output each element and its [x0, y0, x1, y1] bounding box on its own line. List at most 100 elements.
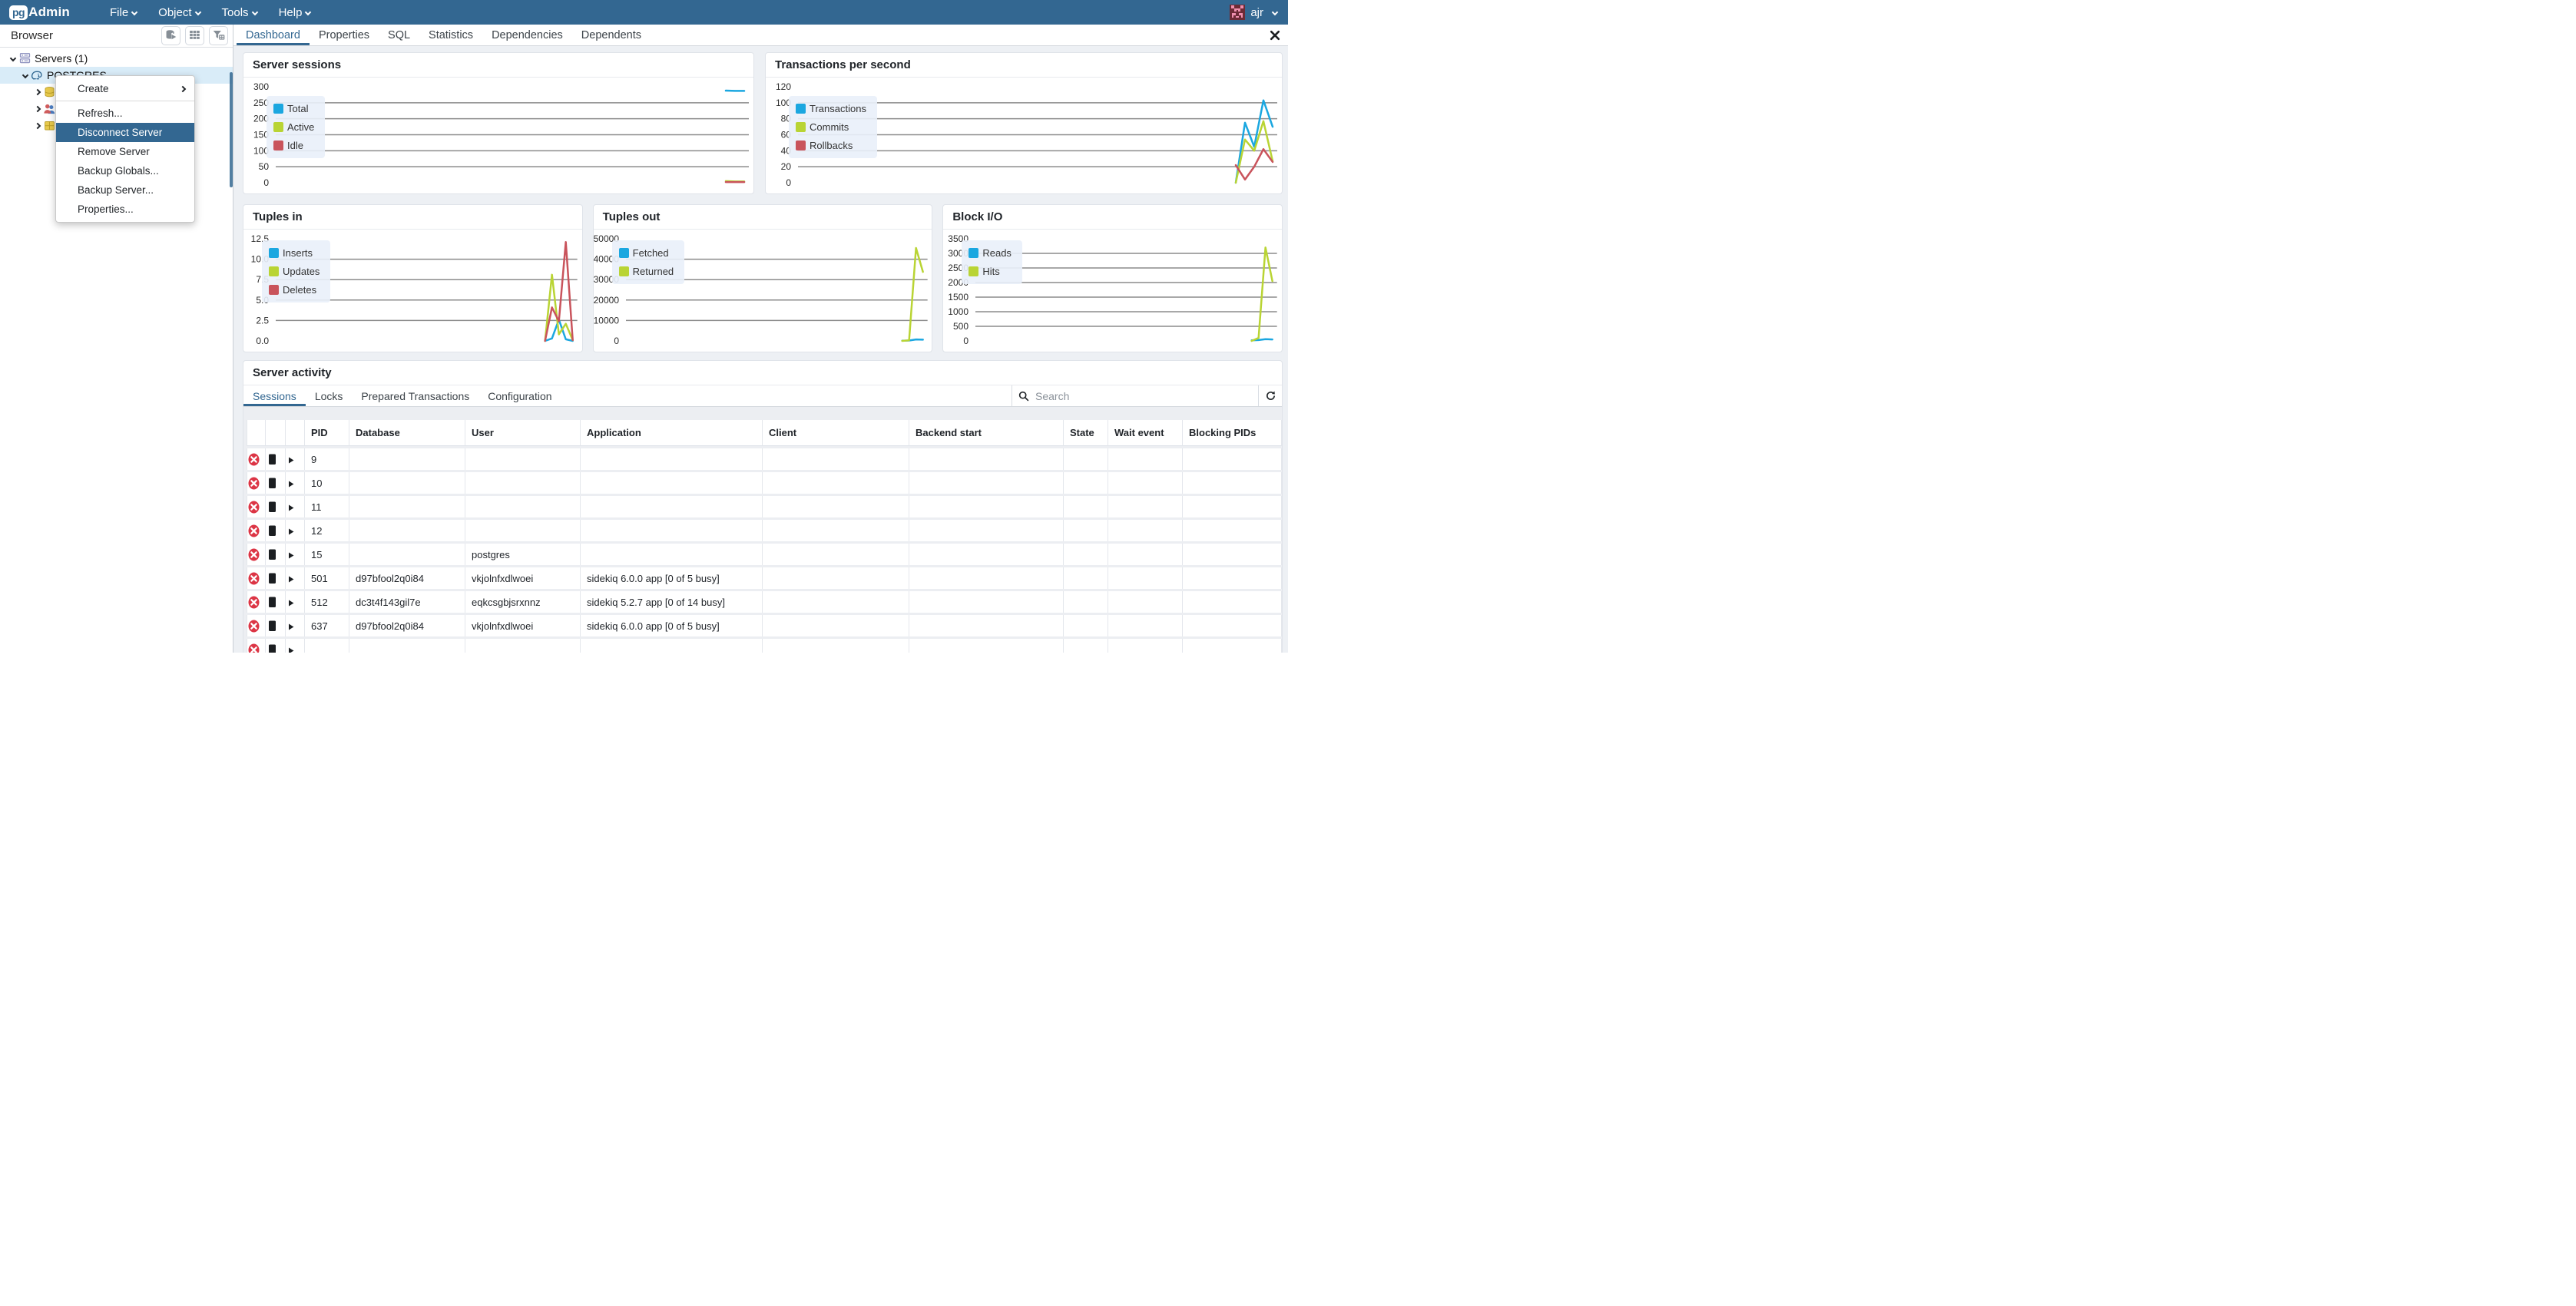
- expand-row-toggle[interactable]: [286, 544, 305, 565]
- stop-icon: [266, 500, 279, 511]
- expand-row-toggle[interactable]: [286, 520, 305, 541]
- main-tabbar: DashboardPropertiesSQLStatisticsDependen…: [233, 25, 1288, 46]
- cancel-query-button[interactable]: [247, 448, 266, 470]
- context-menu-item-properties[interactable]: Properties...: [56, 200, 194, 219]
- tab-prepared-transactions[interactable]: Prepared Transactions: [352, 385, 478, 406]
- cancel-query-button[interactable]: [247, 520, 266, 541]
- user-menu[interactable]: ajr: [1230, 5, 1277, 20]
- expand-icon: [286, 477, 296, 488]
- tree-item-servers-1-[interactable]: Servers (1): [0, 50, 233, 67]
- tab-sql[interactable]: SQL: [379, 25, 419, 45]
- context-menu-item-remove-server[interactable]: Remove Server: [56, 142, 194, 161]
- cell-client: [763, 639, 909, 653]
- expand-row-toggle[interactable]: [286, 639, 305, 653]
- tab-statistics[interactable]: Statistics: [419, 25, 482, 45]
- cell-user: vkjolnfxdlwoei: [465, 567, 581, 589]
- legend-swatch: [273, 104, 283, 114]
- column-header-blocking-pids[interactable]: Blocking PIDs: [1183, 420, 1282, 446]
- context-menu-item-create[interactable]: Create: [56, 79, 194, 98]
- cancel-query-button[interactable]: [247, 591, 266, 613]
- stop-icon: [266, 452, 279, 464]
- table-row: 9: [247, 448, 1282, 470]
- sidebar-scrollbar[interactable]: [230, 72, 233, 187]
- expand-row-toggle[interactable]: [286, 615, 305, 636]
- chevron-right-icon[interactable]: [29, 124, 41, 128]
- menu-tools[interactable]: Tools: [214, 3, 265, 22]
- terminate-session-button[interactable]: [266, 639, 286, 653]
- cell-pid: 15: [305, 544, 349, 565]
- cancel-icon: [247, 452, 260, 464]
- tab-dashboard[interactable]: Dashboard: [237, 25, 310, 45]
- cell-database: d97bfool2q0i84: [349, 615, 465, 636]
- legend-item-idle: Idle: [273, 140, 314, 151]
- legend-item-hits: Hits: [968, 266, 1012, 277]
- pgadmin-logo-pg: pg: [9, 5, 28, 20]
- terminate-session-button[interactable]: [266, 567, 286, 589]
- chevron-down-icon[interactable]: [5, 56, 17, 61]
- context-menu-item-disconnect-server[interactable]: Disconnect Server: [56, 123, 194, 142]
- view-data-button[interactable]: [161, 26, 180, 45]
- close-panel-button[interactable]: [1270, 30, 1280, 41]
- column-header-application[interactable]: Application: [581, 420, 763, 446]
- column-header-user[interactable]: User: [465, 420, 581, 446]
- terminate-session-button[interactable]: [266, 496, 286, 517]
- chevron-down-icon[interactable]: [17, 73, 29, 78]
- terminate-session-button[interactable]: [266, 520, 286, 541]
- menu-object[interactable]: Object: [151, 3, 207, 22]
- cell-client: [763, 496, 909, 517]
- cell-pid: 10: [305, 472, 349, 494]
- terminate-session-button[interactable]: [266, 591, 286, 613]
- filter-rows-button[interactable]: [209, 26, 228, 45]
- expand-row-toggle[interactable]: [286, 472, 305, 494]
- column-header-database[interactable]: Database: [349, 420, 465, 446]
- tab-sessions[interactable]: Sessions: [243, 385, 306, 406]
- tab-dependents[interactable]: Dependents: [572, 25, 651, 45]
- cancel-query-button[interactable]: [247, 544, 266, 565]
- chart-title: Block I/O: [943, 205, 1282, 230]
- cancel-query-button[interactable]: [247, 472, 266, 494]
- cell-backend_start: [909, 520, 1064, 541]
- context-menu-item-backup-globals[interactable]: Backup Globals...: [56, 161, 194, 180]
- terminate-session-button[interactable]: [266, 448, 286, 470]
- column-header-backend-start[interactable]: Backend start: [909, 420, 1064, 446]
- cancel-query-button[interactable]: [247, 639, 266, 653]
- expand-row-toggle[interactable]: [286, 567, 305, 589]
- terminate-session-button[interactable]: [266, 615, 286, 636]
- menu-help[interactable]: Help: [271, 3, 319, 22]
- refresh-button[interactable]: [1259, 385, 1282, 406]
- column-header-pid[interactable]: PID: [305, 420, 349, 446]
- expand-row-toggle[interactable]: [286, 496, 305, 517]
- svg-text:20000: 20000: [594, 295, 619, 306]
- pgadmin-window: pg Admin FileObjectToolsHelp ajr Browser…: [0, 0, 1288, 653]
- tab-locks[interactable]: Locks: [306, 385, 353, 406]
- expand-row-toggle[interactable]: [286, 591, 305, 613]
- tab-dependencies[interactable]: Dependencies: [482, 25, 572, 45]
- cancel-query-button[interactable]: [247, 615, 266, 636]
- query-tool-grid-button[interactable]: [185, 26, 204, 45]
- context-menu-item-backup-server[interactable]: Backup Server...: [56, 180, 194, 200]
- search-input[interactable]: [1035, 390, 1252, 402]
- expand-row-toggle[interactable]: [286, 448, 305, 470]
- menubar: File Object Tools Help: [102, 3, 318, 22]
- chevron-right-icon[interactable]: [29, 107, 41, 111]
- menu-file[interactable]: File: [102, 3, 144, 22]
- cancel-query-button[interactable]: [247, 567, 266, 589]
- svg-text:50: 50: [259, 161, 270, 172]
- cell-user: eqkcsgbjsrxnnz: [465, 591, 581, 613]
- column-header-client[interactable]: Client: [763, 420, 909, 446]
- svg-text:1500: 1500: [949, 292, 969, 303]
- chevron-right-icon[interactable]: [29, 90, 41, 94]
- cancel-query-button[interactable]: [247, 496, 266, 517]
- cell-state: [1064, 472, 1108, 494]
- view-data-icon: [164, 28, 177, 44]
- column-header-wait-event[interactable]: Wait event: [1108, 420, 1183, 446]
- terminate-session-button[interactable]: [266, 472, 286, 494]
- tab-configuration[interactable]: Configuration: [478, 385, 561, 406]
- terminate-session-button[interactable]: [266, 544, 286, 565]
- column-header-state[interactable]: State: [1064, 420, 1108, 446]
- tab-properties[interactable]: Properties: [310, 25, 379, 45]
- cell-user: [465, 520, 581, 541]
- top-menubar: pg Admin FileObjectToolsHelp ajr: [0, 0, 1288, 25]
- context-menu-item-refresh[interactable]: Refresh...: [56, 104, 194, 123]
- expand-icon: [286, 501, 296, 512]
